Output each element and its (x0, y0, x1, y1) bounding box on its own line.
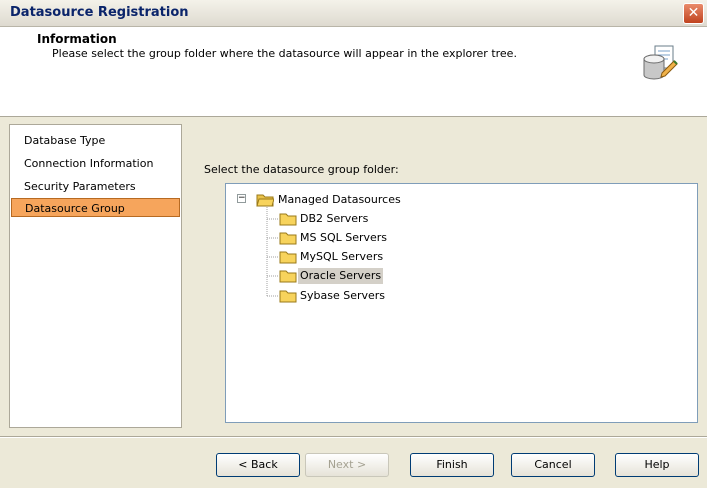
collapse-toggle[interactable]: − (237, 194, 246, 203)
database-edit-icon (643, 45, 678, 80)
header-title: Information (37, 32, 117, 46)
folder-icon (279, 270, 297, 283)
window-title: Datasource Registration (10, 5, 189, 20)
close-button[interactable]: ✕ (683, 3, 704, 24)
nav-item-datasource-group[interactable]: Datasource Group (11, 198, 180, 217)
help-button[interactable]: Help (615, 453, 699, 477)
tree-node-mysql-servers[interactable]: MySQL Servers (298, 249, 385, 265)
cancel-button[interactable]: Cancel (511, 453, 595, 477)
folder-icon (279, 290, 297, 303)
info-header: Information Please select the group fold… (0, 27, 707, 117)
folder-icon (279, 251, 297, 264)
tree-node-oracle-servers[interactable]: Oracle Servers (298, 268, 384, 284)
tree-node-sybase-servers[interactable]: Sybase Servers (298, 288, 387, 304)
nav-item-database-type[interactable]: Database Type (11, 131, 180, 150)
next-button[interactable]: Next > (305, 453, 389, 477)
open-folder-icon (256, 194, 274, 207)
finish-button[interactable]: Finish (410, 453, 494, 477)
wizard-steps-panel: Database Type Connection Information Sec… (9, 124, 182, 428)
folder-icon (279, 213, 297, 226)
datasource-group-tree[interactable]: − Managed Datasources DB2 Servers MS SQL… (225, 183, 698, 423)
back-button[interactable]: < Back (216, 453, 300, 477)
nav-item-connection-information[interactable]: Connection Information (11, 154, 180, 173)
title-bar: Datasource Registration ✕ (0, 0, 707, 27)
header-description: Please select the group folder where the… (52, 47, 517, 60)
tree-node-managed-datasources[interactable]: Managed Datasources (276, 192, 403, 208)
group-folder-prompt: Select the datasource group folder: (204, 163, 399, 176)
tree-node-db2-servers[interactable]: DB2 Servers (298, 211, 370, 227)
footer-separator (0, 436, 707, 438)
close-icon: ✕ (687, 5, 700, 21)
tree-node-ms-sql-servers[interactable]: MS SQL Servers (298, 230, 389, 246)
folder-icon (279, 232, 297, 245)
nav-item-security-parameters[interactable]: Security Parameters (11, 177, 180, 196)
